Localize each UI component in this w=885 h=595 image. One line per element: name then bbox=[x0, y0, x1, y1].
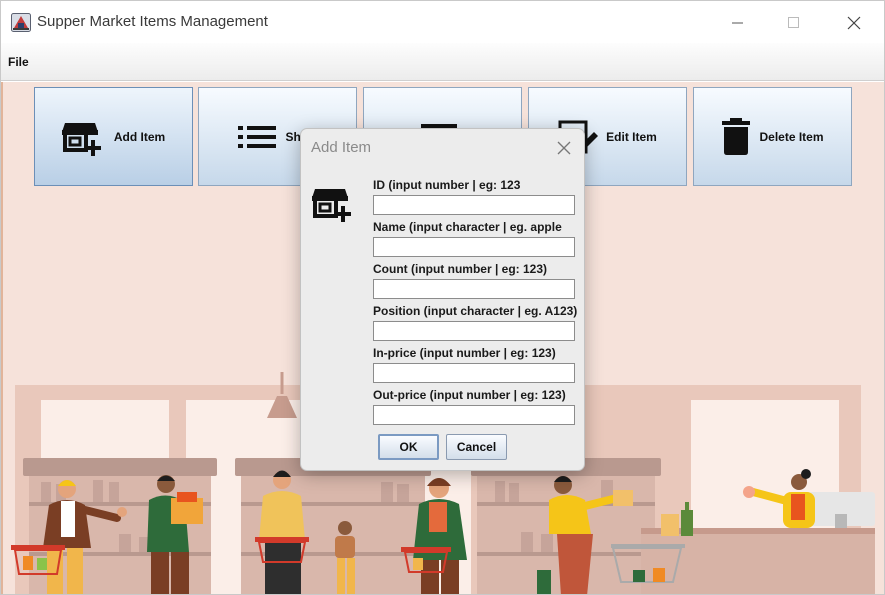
store-add-icon bbox=[61, 122, 101, 156]
menu-bar: File bbox=[1, 43, 884, 81]
cancel-button[interactable]: Cancel bbox=[446, 434, 507, 460]
name-label: Name (input character | eg. apple bbox=[373, 220, 562, 234]
main-window: Supper Market Items Management File Add … bbox=[0, 0, 885, 595]
in-price-label: In-price (input number | eg: 123) bbox=[373, 346, 556, 360]
list-icon bbox=[237, 125, 276, 148]
name-input[interactable] bbox=[373, 237, 575, 257]
add-item-button[interactable]: Add Item bbox=[34, 87, 193, 186]
window-title: Supper Market Items Management bbox=[37, 13, 268, 30]
close-window-button[interactable] bbox=[831, 9, 877, 37]
delete-item-label: Delete Item bbox=[759, 129, 824, 144]
ok-button[interactable]: OK bbox=[378, 434, 439, 460]
position-label: Position (input character | eg. A123) bbox=[373, 304, 578, 318]
maximize-icon bbox=[788, 17, 799, 28]
out-price-label: Out-price (input number | eg: 123) bbox=[373, 388, 566, 402]
store-add-icon bbox=[312, 189, 351, 222]
app-icon bbox=[11, 13, 31, 32]
trash-icon bbox=[722, 117, 751, 155]
close-icon bbox=[847, 16, 861, 30]
count-label: Count (input number | eg: 123) bbox=[373, 262, 548, 276]
dialog-close-button[interactable] bbox=[555, 139, 573, 157]
minimize-button[interactable] bbox=[715, 9, 761, 37]
in-price-input[interactable] bbox=[373, 363, 575, 383]
out-price-input[interactable] bbox=[373, 405, 575, 425]
id-input[interactable] bbox=[373, 195, 575, 215]
menu-file[interactable]: File bbox=[8, 55, 29, 69]
id-label: ID (input number | eg: 123 bbox=[373, 178, 521, 192]
add-item-label: Add Item bbox=[113, 129, 166, 144]
maximize-button[interactable] bbox=[771, 9, 817, 37]
delete-item-button[interactable]: Delete Item bbox=[693, 87, 852, 186]
count-input[interactable] bbox=[373, 279, 575, 299]
title-bar: Supper Market Items Management bbox=[1, 1, 884, 43]
edit-item-label: Edit Item bbox=[606, 129, 657, 144]
dialog-title: Add Item bbox=[311, 139, 372, 156]
position-input[interactable] bbox=[373, 321, 575, 341]
minimize-icon bbox=[732, 22, 743, 24]
add-item-dialog: Add Item ID (input number | eg: 123 Name… bbox=[300, 128, 585, 471]
